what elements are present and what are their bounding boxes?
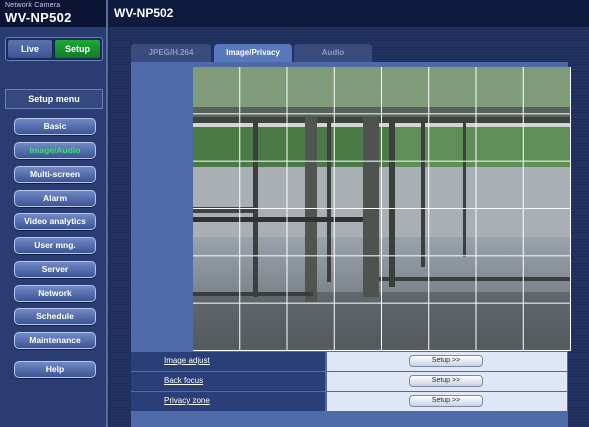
sidebar-item-multi-screen[interactable]: Multi-screen xyxy=(14,166,96,183)
live-button[interactable]: Live xyxy=(8,40,52,58)
camera-scene xyxy=(193,67,571,351)
privacy-zone-setup-button[interactable]: Setup >> xyxy=(409,395,483,407)
sidebar-item-image-audio[interactable]: Image/Audio xyxy=(14,142,96,159)
brand-model: WV-NP502 xyxy=(5,10,72,25)
brand-logo: Network Camera WV-NP502 xyxy=(0,0,108,27)
sidebar-item-network[interactable]: Network xyxy=(14,285,96,302)
sidebar-item-user-mng[interactable]: User mng. xyxy=(14,237,96,254)
camera-image[interactable] xyxy=(193,67,571,351)
sidebar-item-alarm[interactable]: Alarm xyxy=(14,190,96,207)
sidebar-item-server[interactable]: Server xyxy=(14,261,96,278)
main-panel: JPEG/H.264 Image/Privacy Audio Image adj… xyxy=(110,27,589,427)
tab-audio[interactable]: Audio xyxy=(294,44,372,62)
setup-menu-title: Setup menu xyxy=(5,89,103,109)
setup-row-privacy-zone: Privacy zone Setup >> xyxy=(131,392,567,411)
mode-switch: Live Setup xyxy=(5,37,103,61)
image-adjust-setup-button[interactable]: Setup >> xyxy=(409,355,483,367)
back-focus-link[interactable]: Back focus xyxy=(164,376,203,385)
setup-button[interactable]: Setup xyxy=(55,40,100,58)
sidebar-item-schedule[interactable]: Schedule xyxy=(14,308,96,325)
help-button[interactable]: Help xyxy=(14,361,96,378)
back-focus-setup-button[interactable]: Setup >> xyxy=(409,375,483,387)
sidebar: Live Setup Setup menu Basic Image/Audio … xyxy=(0,27,108,427)
setup-table: Image adjust Setup >> Back focus Setup >… xyxy=(131,352,567,412)
page-title: WV-NP502 xyxy=(114,6,174,20)
privacy-zone-link[interactable]: Privacy zone xyxy=(164,396,210,405)
image-adjust-link[interactable]: Image adjust xyxy=(164,356,210,365)
header-bar: Network Camera WV-NP502 WV-NP502 xyxy=(0,0,589,27)
tab-image-privacy[interactable]: Image/Privacy xyxy=(214,44,292,62)
setup-row-back-focus: Back focus Setup >> xyxy=(131,372,567,391)
sidebar-item-basic[interactable]: Basic xyxy=(14,118,96,135)
brand-subtitle: Network Camera xyxy=(5,2,61,9)
sidebar-item-maintenance[interactable]: Maintenance xyxy=(14,332,96,349)
setup-row-image-adjust: Image adjust Setup >> xyxy=(131,352,567,371)
sidebar-item-video-analytics[interactable]: Video analytics xyxy=(14,213,96,230)
tab-jpeg-h264[interactable]: JPEG/H.264 xyxy=(131,44,211,62)
